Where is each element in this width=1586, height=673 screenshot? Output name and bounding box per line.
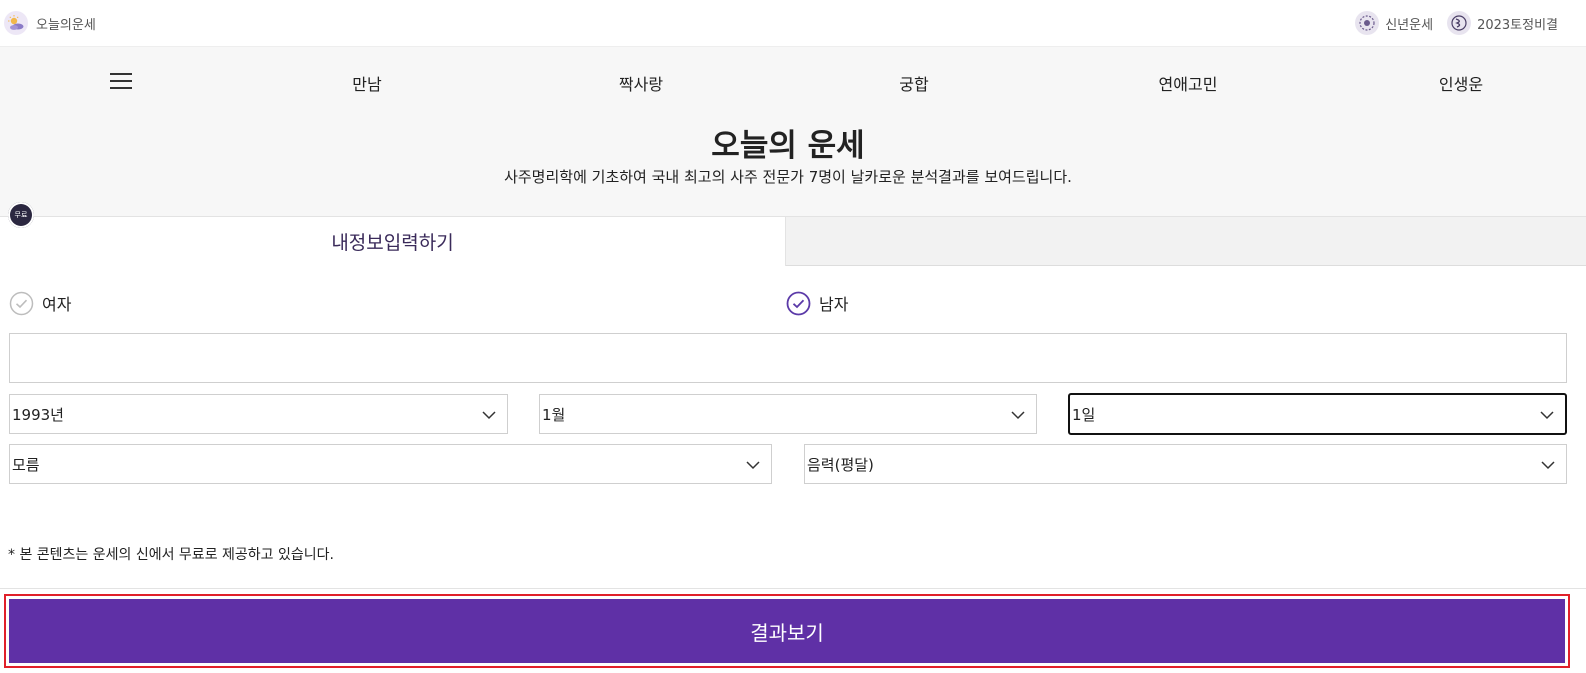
top-link-newyear-label: 신년운세	[1385, 17, 1434, 33]
site-logo-text: 오늘의운세	[36, 17, 96, 33]
newyear-seal-icon	[1355, 11, 1380, 35]
form-tabs: 내정보입력하기	[0, 216, 1586, 266]
gender-radio-female-label: 여자	[42, 295, 72, 314]
main-nav: 만남 짝사랑 궁합 연애고민 인생운	[0, 47, 1586, 119]
chevron-down-icon	[1540, 411, 1554, 420]
tab-my-info-label: 내정보입력하기	[331, 232, 454, 254]
top-links: 신년운세 2023토정비결	[1355, 10, 1558, 36]
nav-item-love-advice[interactable]: 연애고민	[1159, 71, 1218, 95]
nav-item-meeting[interactable]: 만남	[352, 71, 381, 95]
free-badge-label: 무료	[14, 211, 28, 219]
chevron-down-icon	[746, 461, 760, 470]
gender-radio-female[interactable]: 여자	[9, 290, 71, 316]
top-link-newyear[interactable]: 신년운세	[1355, 11, 1433, 35]
result-button-highlight: 결과보기	[4, 594, 1570, 668]
menu-icon[interactable]	[110, 72, 132, 90]
tojeong-seal-icon	[1447, 11, 1472, 35]
nav-item-life-fortune[interactable]: 인생운	[1439, 71, 1483, 95]
hero-section: 만남 짝사랑 궁합 연애고민 인생운 오늘의 운세 사주명리학에 기초하여 국내…	[0, 47, 1586, 217]
site-logo[interactable]: 오늘의운세	[4, 10, 96, 36]
calendar-type-select[interactable]: 음력(평달)	[804, 444, 1567, 484]
check-circle-icon	[786, 291, 811, 316]
chevron-down-icon	[1011, 411, 1025, 420]
year-select-value: 1993년	[12, 405, 64, 424]
name-input[interactable]	[9, 333, 1567, 383]
calendar-type-select-value: 음력(평달)	[807, 455, 874, 474]
sun-cloud-icon	[4, 11, 28, 35]
divider	[0, 588, 1586, 589]
gender-radio-male[interactable]: 남자	[786, 290, 848, 316]
gender-radio-male-label: 남자	[819, 295, 849, 314]
top-link-tojeong[interactable]: 2023토정비결	[1447, 11, 1558, 35]
month-select-value: 1월	[542, 405, 566, 424]
year-select[interactable]: 1993년	[9, 394, 508, 434]
top-bar: 오늘의운세 신년운세 2023토정비결	[0, 0, 1586, 47]
tab-my-info[interactable]: 내정보입력하기	[0, 216, 786, 266]
chevron-down-icon	[482, 411, 496, 420]
chevron-down-icon	[1541, 461, 1555, 470]
birth-time-select-value: 모름	[12, 455, 40, 474]
page-title: 오늘의 운세	[711, 128, 865, 164]
month-select[interactable]: 1월	[539, 394, 1037, 434]
page-subtitle: 사주명리학에 기초하여 국내 최고의 사주 전문가 7명이 날카로운 분석결과를…	[504, 168, 1072, 186]
tab-other[interactable]	[786, 216, 1586, 266]
check-circle-icon	[9, 291, 34, 316]
view-result-button[interactable]: 결과보기	[9, 599, 1565, 663]
day-select[interactable]: 1일	[1068, 393, 1567, 435]
birth-time-select[interactable]: 모름	[9, 444, 772, 484]
top-link-tojeong-label: 2023토정비결	[1477, 17, 1558, 33]
free-content-notice: * 본 콘텐츠는 운세의 신에서 무료로 제공하고 있습니다.	[8, 547, 334, 563]
day-select-value: 1일	[1072, 405, 1096, 424]
free-badge: 무료	[8, 202, 34, 228]
nav-item-compatibility[interactable]: 궁합	[899, 71, 928, 95]
nav-item-crush[interactable]: 짝사랑	[619, 71, 663, 95]
